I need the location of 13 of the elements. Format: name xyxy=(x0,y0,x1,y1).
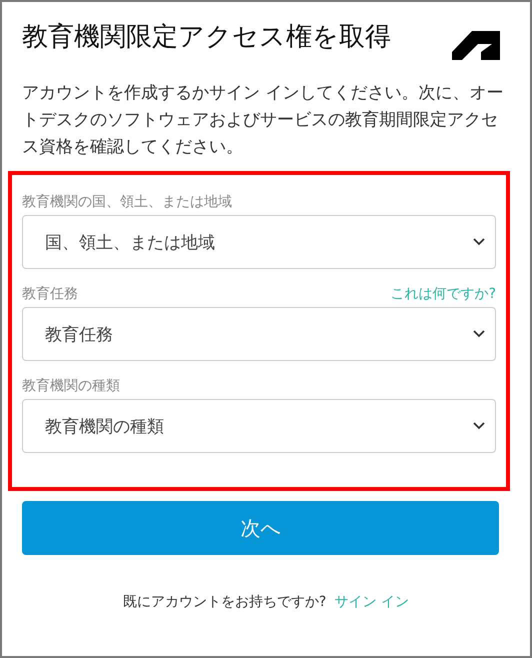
dropdown-field[interactable]: 教育機関の種類 xyxy=(22,399,496,453)
page-title: 教育機関限定アクセス権を取得 xyxy=(22,21,392,54)
dropdown-field[interactable]: 国、領土、または地域 xyxy=(22,215,496,269)
chevron-icon xyxy=(473,238,485,246)
footer-text: 既にアカウントをお持ちですか? xyxy=(122,594,326,610)
field-label: 教育任務 xyxy=(22,285,78,303)
instructions-text: アカウントを作成するかサイン インしてください。次に、オートデスクのソフトウェアおよびサービスの教育期間限定アクセス資格を確認してください。 xyxy=(22,82,504,159)
chevron-icon xyxy=(473,330,485,338)
logo-icon xyxy=(452,28,500,60)
dropdown-field[interactable]: 教育任務 xyxy=(22,307,496,361)
chevron-icon xyxy=(473,422,485,430)
field-label: 教育機関の種類 xyxy=(22,377,120,395)
field-label: 教育機関の国、領土、または地域 xyxy=(22,193,232,211)
